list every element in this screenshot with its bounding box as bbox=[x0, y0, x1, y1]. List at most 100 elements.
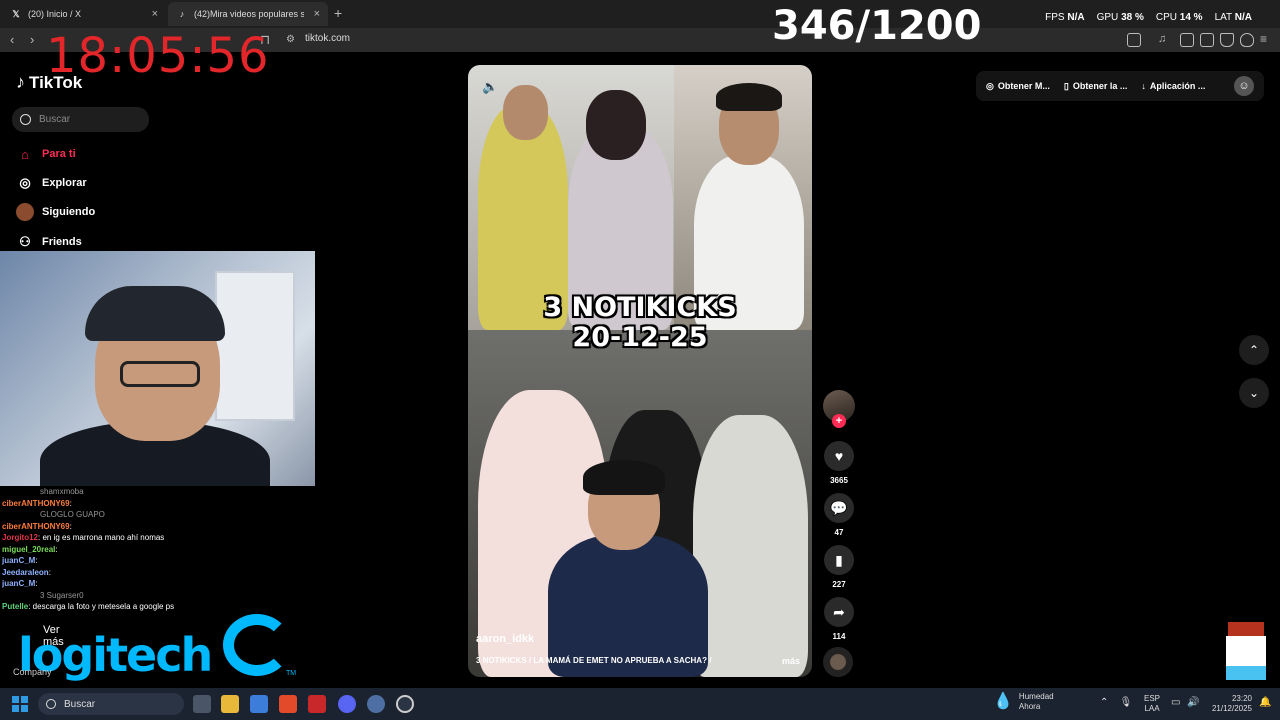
chat-message: shamxmoba bbox=[2, 486, 242, 498]
chevron-up-icon[interactable]: ⌃ bbox=[1100, 697, 1108, 708]
shield-icon[interactable] bbox=[1240, 33, 1254, 47]
extensions-icon[interactable] bbox=[1220, 33, 1234, 47]
chat-message: ciberANTHONY69: bbox=[2, 521, 242, 533]
share-action[interactable]: ➦ 114 bbox=[823, 597, 855, 641]
task-view-icon[interactable] bbox=[193, 695, 211, 713]
chat-message: Jorgito12: en ig es marrona mano ahí nom… bbox=[2, 532, 242, 544]
bookmark-icon[interactable]: ▮ bbox=[824, 545, 854, 575]
network-icon[interactable]: ▭ bbox=[1171, 697, 1180, 708]
brave-icon[interactable] bbox=[279, 695, 297, 713]
taskbar-search[interactable]: Buscar bbox=[38, 693, 184, 715]
save-count: 227 bbox=[832, 580, 846, 589]
mascot-body bbox=[1226, 666, 1266, 680]
menu-icon[interactable]: ≡ bbox=[1260, 32, 1267, 46]
comment-action[interactable]: 💬 47 bbox=[823, 493, 855, 537]
new-tab-button[interactable]: + bbox=[334, 5, 342, 21]
tab-label: (20) Inicio / X bbox=[28, 9, 82, 19]
system-clock[interactable]: 23:20 21/12/2025 bbox=[1210, 694, 1252, 714]
tab-tiktok[interactable]: ♪ (42)Mira videos populares se × bbox=[168, 2, 328, 26]
taskbar-search-label: Buscar bbox=[64, 698, 96, 710]
windows-start-icon[interactable] bbox=[12, 696, 28, 712]
search-icon bbox=[20, 114, 31, 125]
profile-avatar[interactable]: ☺ bbox=[1234, 76, 1254, 96]
chat-text: : en ig es marrona mano ahí nomas bbox=[38, 533, 165, 542]
chat-message: miguel_20real: bbox=[2, 544, 242, 556]
streamer-cap bbox=[85, 286, 225, 341]
chat-text: GLOGLO GUAPO bbox=[40, 510, 105, 519]
perf-lat: LAT N/A bbox=[1214, 12, 1252, 23]
volume-icon[interactable]: 🔊 bbox=[1187, 697, 1199, 708]
music-icon[interactable]: ♫ bbox=[1158, 33, 1166, 45]
close-icon[interactable]: × bbox=[152, 8, 158, 20]
search-input[interactable]: Buscar bbox=[12, 107, 149, 132]
desktop-app-button[interactable]: ↓ Aplicación ... bbox=[1141, 81, 1205, 91]
get-app-button[interactable]: ▯ Obtener la ... bbox=[1064, 81, 1127, 92]
heart-icon[interactable]: ♥ bbox=[824, 441, 854, 471]
download-icon: ↓ bbox=[1141, 81, 1146, 91]
chat-username: ciberANTHONY69 bbox=[2, 521, 70, 531]
video-panel-bottom bbox=[468, 330, 812, 677]
chevron-up-icon: ⌃ bbox=[1248, 343, 1260, 357]
system-tray[interactable]: ⌃ 🎙 bbox=[1100, 697, 1132, 708]
trademark: TM bbox=[286, 670, 297, 677]
windows-taskbar bbox=[0, 688, 1280, 720]
sidebar-item-explorar[interactable]: ◎ Explorar bbox=[16, 174, 86, 192]
weather-title: Humedad bbox=[1018, 692, 1054, 701]
sound-disc[interactable] bbox=[823, 647, 853, 677]
notification-icon[interactable]: 🔔 bbox=[1259, 697, 1271, 708]
app-icon[interactable] bbox=[308, 695, 326, 713]
video-player[interactable]: 3 NOTIKICKS 20-12-25 🔈 aaron_idkk 3 NOTI… bbox=[468, 65, 812, 677]
chat-text: 3 Sugarser0 bbox=[40, 590, 84, 600]
obs-icon[interactable] bbox=[396, 695, 414, 713]
logo-text: TikTok bbox=[29, 72, 83, 92]
follow-button[interactable]: + bbox=[832, 414, 846, 428]
perf-cpu: CPU 14 % bbox=[1155, 12, 1203, 23]
logitech-g-icon bbox=[223, 614, 291, 676]
perf-overlay: FPS N/A GPU 38 % CPU 14 % LAT N/A bbox=[1045, 12, 1252, 23]
back-icon[interactable]: ‹ bbox=[10, 32, 14, 47]
chat-text: : bbox=[48, 567, 51, 577]
sidebar-item-siguiendo[interactable]: Siguiendo bbox=[16, 203, 95, 221]
site-info-icon[interactable]: ⚙ bbox=[286, 34, 295, 45]
comment-count: 47 bbox=[834, 528, 844, 537]
save-action[interactable]: ▮ 227 bbox=[823, 545, 855, 589]
share-icon[interactable]: ➦ bbox=[824, 597, 854, 627]
store-icon[interactable] bbox=[250, 695, 268, 713]
more-link[interactable]: más bbox=[782, 656, 800, 666]
get-coins-button[interactable]: ◎ Obtener M... bbox=[986, 81, 1050, 92]
weather-widget[interactable]: 💧 Humedad Ahora bbox=[993, 692, 1054, 712]
weather-subtitle: Ahora bbox=[1018, 702, 1041, 711]
chat-message: juanC_M: bbox=[2, 578, 242, 590]
wallet-icon[interactable] bbox=[1200, 33, 1214, 47]
tiktok-logo[interactable]: ♪ TikTok bbox=[16, 72, 82, 93]
video-title-overlay: 3 NOTIKICKS 20-12-25 bbox=[468, 293, 812, 353]
sidebar-icon[interactable] bbox=[1180, 33, 1194, 47]
microphone-icon[interactable]: 🎙 bbox=[1120, 697, 1133, 708]
close-icon[interactable]: × bbox=[314, 8, 320, 20]
chat-username: juanC_M bbox=[2, 579, 36, 588]
comment-icon[interactable]: 💬 bbox=[824, 493, 854, 523]
like-count: 3665 bbox=[830, 476, 848, 485]
next-video-button[interactable]: ⌄ bbox=[1239, 378, 1269, 408]
url-field[interactable]: tiktok.com bbox=[305, 33, 350, 44]
video-author[interactable]: aaron_idkk bbox=[476, 633, 534, 645]
previous-video-button[interactable]: ⌃ bbox=[1239, 335, 1269, 365]
volume-icon[interactable]: 🔈 bbox=[482, 79, 498, 95]
friends-icon: ⚇ bbox=[19, 234, 31, 249]
sidebar-item-para-ti[interactable]: ⌂ Para ti bbox=[16, 145, 76, 163]
stream-counter: 346/1200 bbox=[772, 3, 982, 49]
person-hair bbox=[583, 460, 665, 495]
settings-icon[interactable] bbox=[367, 695, 385, 713]
perf-gpu: GPU 38 % bbox=[1096, 12, 1144, 23]
video-panel-top-right bbox=[674, 65, 812, 330]
screenshot-icon[interactable] bbox=[1127, 33, 1141, 47]
discord-icon[interactable] bbox=[338, 695, 356, 713]
file-explorer-icon[interactable] bbox=[221, 695, 239, 713]
sidebar-item-friends[interactable]: ⚇ Friends bbox=[16, 233, 82, 251]
tab-label: (42)Mira videos populares se bbox=[194, 9, 304, 19]
like-action[interactable]: ♥ 3665 bbox=[823, 441, 855, 485]
language-indicator[interactable]: ESP LAA bbox=[1144, 694, 1160, 714]
tab-x-home[interactable]: 𝕏 (20) Inicio / X × bbox=[2, 2, 166, 26]
tiktok-icon: ♪ bbox=[179, 9, 185, 19]
forward-icon[interactable]: › bbox=[30, 32, 34, 47]
